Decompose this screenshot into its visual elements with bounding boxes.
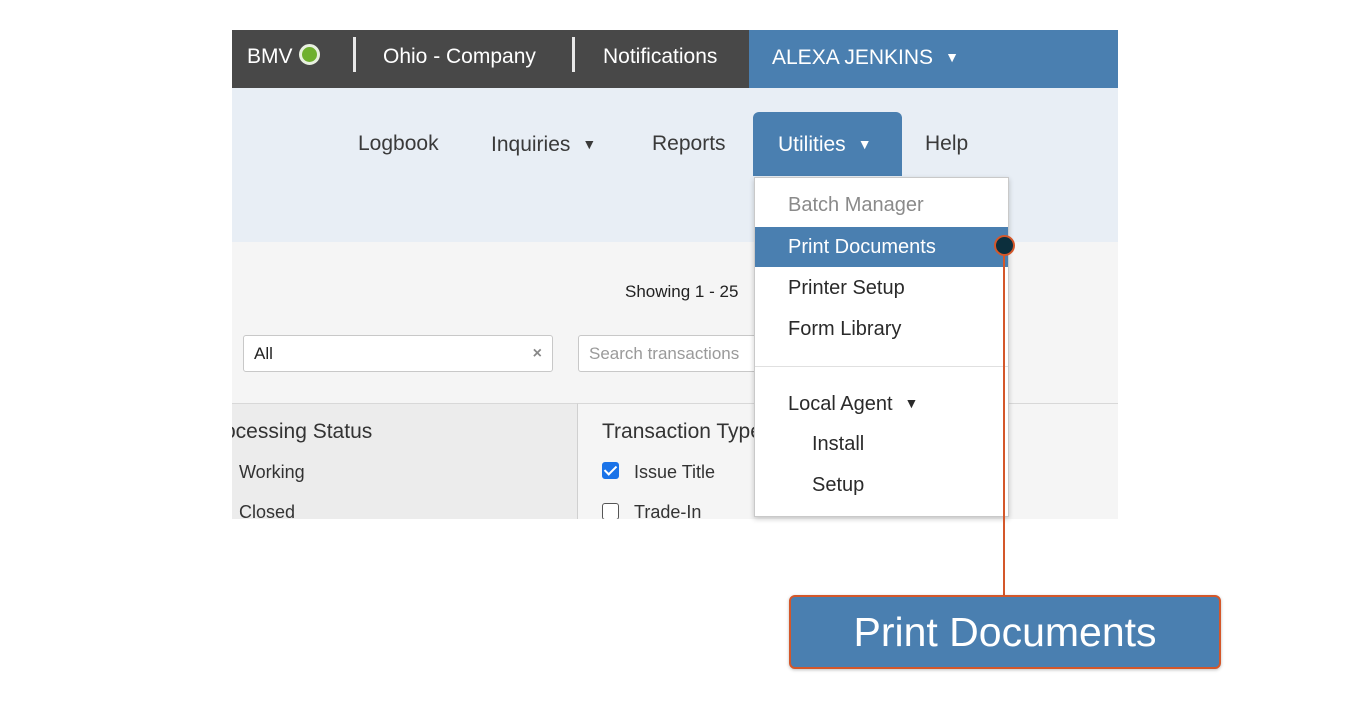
transaction-type-title: Transaction Type <box>602 420 762 443</box>
menu-item-batch-manager[interactable]: Batch Manager <box>755 185 1008 225</box>
menu-item-form-library[interactable]: Form Library <box>755 309 1008 349</box>
user-name: ALEXA JENKINS <box>772 46 934 69</box>
status-filter[interactable]: All × <box>243 335 553 372</box>
menu-item-print-documents[interactable]: Print Documents <box>755 227 1008 267</box>
top-bar: BMV Ohio - Company Notifications ALEXA J… <box>232 30 1118 88</box>
caret-down-icon: ▼ <box>857 136 872 152</box>
nav-inquiries[interactable]: Inquiries ▼ <box>491 112 596 176</box>
trade-in-label[interactable]: Trade-In <box>634 502 701 519</box>
status-option-working[interactable]: Working <box>239 462 305 483</box>
nav-reports[interactable]: Reports <box>652 112 726 176</box>
showing-count: Showing 1 - 25 <box>625 282 739 301</box>
caret-down-icon: ▼ <box>945 49 959 65</box>
notifications-link[interactable]: Notifications <box>603 30 717 88</box>
processing-status-title: ocessing Status <box>232 420 373 443</box>
callout-label: Print Documents <box>789 595 1221 669</box>
callout-connector <box>1003 248 1005 597</box>
user-menu[interactable]: ALEXA JENKINS ▼ <box>749 30 1118 88</box>
menu-item-printer-setup[interactable]: Printer Setup <box>755 268 1008 308</box>
menu-item-local-agent[interactable]: Local Agent ▼ <box>755 383 1008 423</box>
bmv-status[interactable]: BMV <box>247 30 320 88</box>
menu-divider <box>755 366 1008 367</box>
issue-title-label[interactable]: Issue Title <box>634 462 715 483</box>
bmv-label: BMV <box>247 45 293 68</box>
nav-logbook[interactable]: Logbook <box>358 112 439 176</box>
issue-title-checkbox[interactable] <box>602 462 619 479</box>
status-online-icon <box>298 44 320 65</box>
trade-in-checkbox[interactable] <box>602 503 619 519</box>
processing-status-panel: ocessing Status Working Closed <box>232 403 577 519</box>
local-agent-label: Local Agent <box>788 393 893 415</box>
caret-down-icon: ▼ <box>582 136 597 152</box>
nav-utilities[interactable]: Utilities ▼ <box>753 112 902 176</box>
nav-inquiries-label: Inquiries <box>491 133 571 156</box>
status-filter-value: All <box>254 344 273 363</box>
status-option-closed[interactable]: Closed <box>239 502 295 519</box>
company-selector[interactable]: Ohio - Company <box>383 30 536 88</box>
nav-utilities-label: Utilities <box>778 133 846 156</box>
caret-down-icon: ▼ <box>904 395 919 411</box>
clear-icon[interactable]: × <box>533 336 542 371</box>
nav-help[interactable]: Help <box>925 112 968 176</box>
menu-item-install[interactable]: Install <box>755 424 1008 464</box>
topbar-divider <box>572 37 575 72</box>
topbar-divider <box>353 37 356 72</box>
utilities-dropdown: Batch Manager Print Documents Printer Se… <box>754 177 1009 517</box>
menu-item-setup[interactable]: Setup <box>755 465 1008 505</box>
callout-marker-icon <box>994 235 1015 256</box>
